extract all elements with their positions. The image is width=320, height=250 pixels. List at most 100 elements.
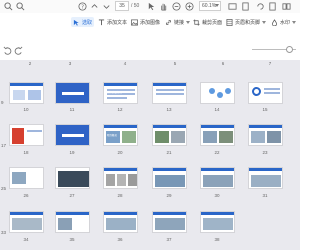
rotate-icon[interactable] [256,2,265,11]
page-number: 23 [262,150,268,155]
page-number: 27 [69,193,75,198]
page-number: 22 [214,150,220,155]
header-footer-icon [226,18,233,26]
fit-page-icon[interactable] [241,2,250,11]
header-footer-label: 页眉和页脚 [235,19,261,26]
page-thumbnail-17[interactable] [9,124,44,146]
page-number: 7 [268,61,272,66]
page-thumbnail-27[interactable] [103,167,138,189]
watermark-label: 水印 [280,19,291,26]
zoom-select[interactable]: 60.1% [199,1,221,11]
image-icon [131,19,138,25]
add-image-label: 添加图像 [140,19,161,26]
select-tool[interactable]: 选取 [71,17,95,27]
down-icon[interactable] [102,2,111,11]
watermark-dropdown-icon[interactable] [292,20,297,24]
page-thumbnail-25[interactable] [9,167,44,189]
page-thumbnail-30[interactable] [248,167,283,189]
watermark-tool[interactable]: 水印 [271,17,297,27]
page-thumbnail-34[interactable] [55,211,90,233]
page-number: 4 [123,61,127,66]
page-thumbnail-9[interactable] [9,82,44,104]
page-thumbnail-12[interactable] [152,82,187,104]
watermark-icon [271,18,278,26]
select-tool-label: 选取 [82,19,93,26]
page-thumbnail-29[interactable] [200,167,235,189]
page-number: 37 [166,237,172,242]
page-number-row: 26 27 28 29 30 31 [0,193,300,199]
crop-tool[interactable]: 裁剪页面 [193,17,222,27]
page-thumbnail-28[interactable] [152,167,187,189]
slide-title-12: 1. 工程建设概况 [104,91,122,94]
page-thumbnail-36[interactable] [152,211,187,233]
crop-label: 裁剪页面 [202,19,223,26]
select-icon [73,19,79,26]
edit-toolbar: 选取 添加文本 添加图像 链接 裁剪页面 页眉和页脚 水印 [0,13,300,31]
help-icon[interactable]: ? [78,2,87,11]
svg-text:?: ? [81,4,84,10]
header-footer-dropdown-icon[interactable] [262,20,267,24]
cursor-icon[interactable] [147,2,156,11]
page-number-row: 10 11 12 13 14 15 [0,107,300,113]
page-number-input[interactable]: 35 [115,1,129,11]
slide-title-19: 5. 项目概况 [104,134,117,137]
page-number: 35 [69,237,75,242]
page-number: 33 [1,230,7,235]
link-tool[interactable]: 链接 [165,17,191,27]
page-number: 3 [68,61,72,66]
zoom-out-circle-icon[interactable] [172,2,181,11]
zoom-in-circle-icon[interactable] [185,2,194,11]
page-number: 13 [166,107,172,112]
hand-icon[interactable] [159,2,168,11]
page-thumbnail-35[interactable] [103,211,138,233]
page-thumbnail-22[interactable] [248,124,283,146]
page-number: 21 [166,150,172,155]
page-thumbnail-33[interactable] [9,211,44,233]
page-number: 38 [214,237,220,242]
page-number: 36 [117,237,123,242]
header-footer-tool[interactable]: 页眉和页脚 [226,17,267,27]
page-thumbnail-20[interactable] [152,124,187,146]
add-text-label: 添加文本 [107,19,128,26]
page-thumbnail-13[interactable] [200,82,235,104]
page-number: 28 [117,193,123,198]
two-page-icon[interactable] [282,2,291,11]
page-thumbnail-21[interactable] [200,124,235,146]
page-number-row: 18 19 20 21 22 23 [0,150,300,156]
top-toolbar: ? 35 / 50 60.1% [0,0,300,13]
link-dropdown-icon[interactable] [186,20,191,24]
page-number: 12 [117,107,123,112]
add-image-tool[interactable]: 添加图像 [131,17,160,27]
zoom-slider-thumb[interactable] [286,46,293,53]
page-thumbnail-18[interactable] [55,124,90,146]
single-page-icon[interactable] [268,2,277,11]
page-number: 31 [262,193,268,198]
page-number: 9 [1,100,4,105]
undo-icon[interactable] [3,46,12,55]
zoom-out-icon[interactable] [16,2,25,11]
page-number: 15 [262,107,268,112]
link-icon [165,19,172,25]
zoom-in-icon[interactable] [4,2,13,11]
redo-icon[interactable] [14,46,23,55]
page-number: 6 [221,61,225,66]
page-number: 5 [173,61,177,66]
page-number: 2 [28,61,32,66]
page-number: 34 [23,237,29,242]
page-number: 30 [214,193,220,198]
page-thumbnail-26[interactable] [55,167,90,189]
page-number: 17 [1,143,7,148]
fit-width-icon[interactable] [228,2,237,11]
add-text-tool[interactable]: 添加文本 [98,17,127,27]
page-thumbnail-10[interactable] [55,82,90,104]
page-number-row: 34 35 36 37 38 [0,237,300,243]
page-thumbnail-37[interactable] [200,211,235,233]
page-number: 19 [69,150,75,155]
page-thumbnail-14[interactable] [248,82,283,104]
crop-icon [193,18,200,26]
page-number: 10 [23,107,29,112]
page-number: 20 [117,150,123,155]
text-icon [98,18,105,25]
up-icon[interactable] [90,2,99,11]
page-number: 26 [23,193,29,198]
